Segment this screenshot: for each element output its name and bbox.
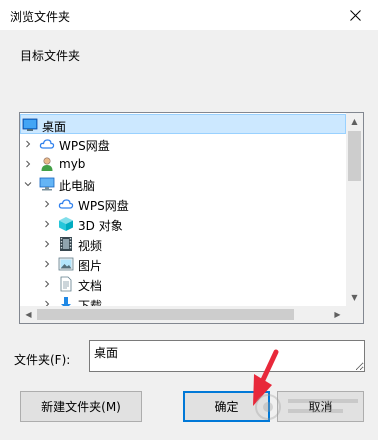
dialog-title: 浏览文件夹	[10, 10, 71, 24]
tree-item-desktop[interactable]: 桌面	[20, 114, 346, 134]
chevron-down-icon[interactable]	[22, 174, 34, 194]
vertical-scrollbar[interactable]: ▲ ▼	[346, 113, 363, 306]
new-folder-button[interactable]: 新建文件夹(M)	[20, 391, 142, 422]
cloud-icon	[58, 199, 74, 209]
tree-item-wps-cloud-pc[interactable]: WPS网盘	[20, 194, 346, 214]
scroll-down-icon[interactable]: ▼	[346, 289, 363, 306]
title-bar: 浏览文件夹	[0, 0, 378, 30]
horizontal-scroll-thumb[interactable]	[37, 309, 294, 320]
chevron-right-icon[interactable]	[41, 254, 53, 274]
folder-tree[interactable]: 桌面 WPS网盘 myb 此电脑 WPS网盘 3D 对象 视频 图片 文档 ▲ …	[19, 112, 364, 324]
tree-item-label: 图片	[78, 259, 103, 273]
chevron-right-icon[interactable]	[22, 134, 34, 154]
chevron-right-icon[interactable]	[41, 214, 53, 234]
tree-item-label: WPS网盘	[59, 139, 110, 153]
tree-item-videos[interactable]: 视频	[20, 234, 346, 254]
chevron-right-icon[interactable]	[41, 194, 53, 214]
computer-icon	[39, 177, 55, 191]
tree-item-3d-objects[interactable]: 3D 对象	[20, 214, 346, 234]
tree-item-label: 视频	[78, 239, 103, 253]
folder-field-label: 文件夹(F):	[14, 353, 71, 367]
folder-name-field[interactable]	[89, 340, 365, 372]
tree-item-user[interactable]: myb	[20, 154, 346, 174]
tree-item-label: WPS网盘	[78, 199, 129, 213]
user-icon	[41, 157, 53, 171]
tree-item-label: 此电脑	[59, 179, 96, 193]
tree-item-label: 文档	[78, 279, 103, 293]
tree-item-this-pc[interactable]: 此电脑	[20, 174, 346, 194]
cancel-button[interactable]: 取消	[277, 391, 364, 422]
close-button[interactable]	[332, 0, 378, 30]
scroll-left-icon[interactable]: ◀	[20, 306, 37, 323]
desktop-icon	[22, 118, 38, 131]
ok-button[interactable]: 确定	[183, 391, 270, 422]
chevron-right-icon[interactable]	[41, 274, 53, 294]
tree-item-pictures[interactable]: 图片	[20, 254, 346, 274]
target-folder-label: 目标文件夹	[20, 49, 81, 63]
chevron-right-icon[interactable]	[41, 234, 53, 254]
close-icon	[349, 9, 361, 21]
chevron-right-icon[interactable]	[22, 154, 34, 174]
horizontal-scrollbar[interactable]: ◀ ▶	[20, 306, 346, 323]
video-icon	[60, 237, 72, 251]
tree-item-wps-cloud[interactable]: WPS网盘	[20, 134, 346, 154]
tree-item-documents[interactable]: 文档	[20, 274, 346, 294]
document-icon	[60, 276, 72, 292]
tree-item-label: 桌面	[42, 120, 67, 134]
scroll-up-icon[interactable]: ▲	[346, 113, 363, 130]
tree-item-label: 3D 对象	[78, 219, 123, 233]
browse-folder-dialog: 浏览文件夹 目标文件夹 桌面 WPS网盘 myb 此电脑 WPS网盘 3D 对象…	[0, 0, 378, 440]
scroll-right-icon[interactable]: ▶	[329, 306, 346, 323]
cube-icon	[59, 217, 73, 231]
cloud-icon	[39, 139, 55, 149]
tree-item-label: myb	[59, 157, 86, 171]
picture-icon	[58, 257, 74, 271]
vertical-scroll-thumb[interactable]	[348, 131, 361, 181]
scrollbar-corner	[346, 306, 363, 323]
